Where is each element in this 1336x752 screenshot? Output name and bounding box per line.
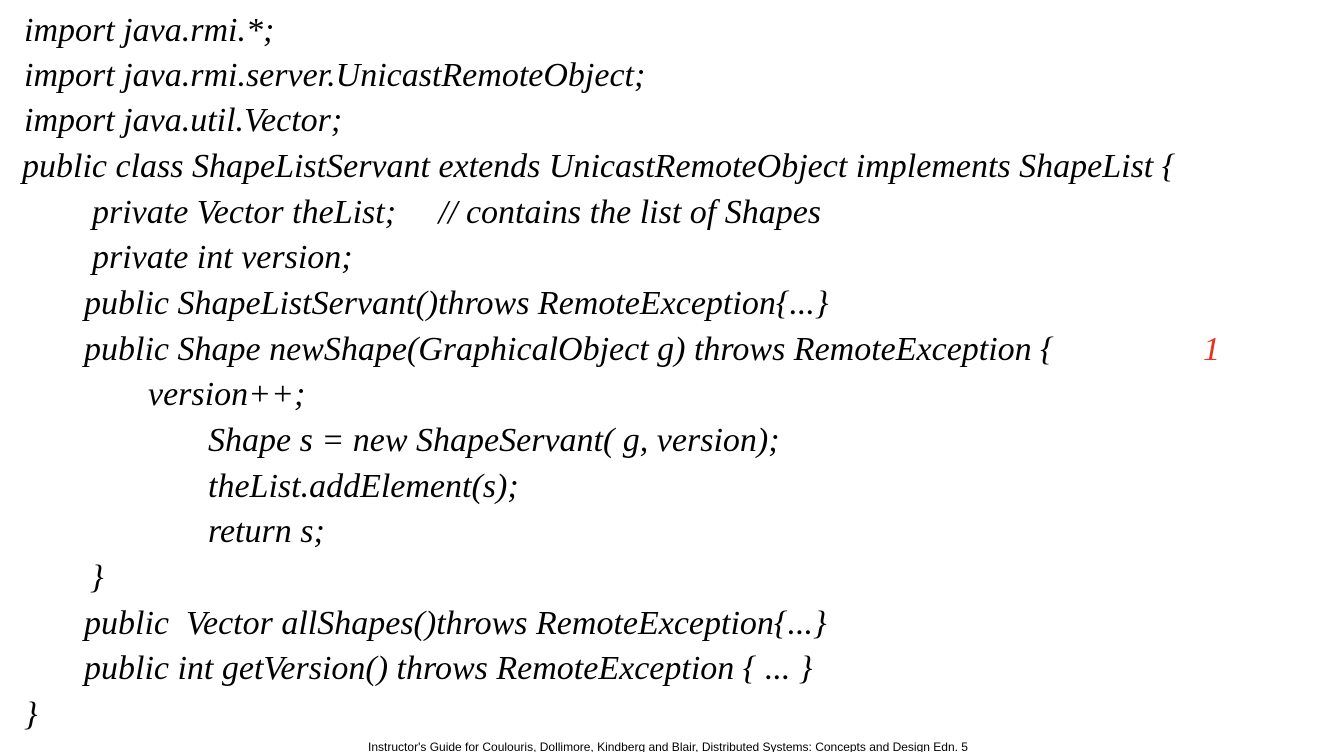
code-line-method-close-brace: } [90, 559, 104, 596]
code-line-add-element: theList.addElement(s); [208, 468, 519, 505]
code-line-getversion: public int getVersion() throws RemoteExc… [84, 650, 813, 687]
code-line-constructor: public ShapeListServant()throws RemoteEx… [84, 285, 829, 322]
code-line-return: return s; [208, 513, 325, 550]
code-line-field-version: private int version; [92, 239, 353, 276]
code-line-import-vector: import java.util.Vector; [24, 102, 343, 139]
code-line-import-rmi: import java.rmi.*; [24, 12, 275, 49]
code-line-version-increment: version++; [148, 376, 306, 413]
code-line-class-declaration: public class ShapeListServant extends Un… [22, 148, 1176, 185]
code-line-field-thelist: private Vector theList; // contains the … [92, 194, 822, 231]
code-line-class-close-brace: } [24, 696, 38, 733]
footer-citation: Instructor's Guide for Coulouris, Dollim… [368, 740, 968, 752]
code-line-import-unicast: import java.rmi.server.UnicastRemoteObje… [24, 57, 646, 94]
code-line-newshape-signature: public Shape newShape(GraphicalObject g)… [84, 331, 1054, 368]
code-line-allshapes: public Vector allShapes()throws RemoteEx… [84, 605, 827, 642]
code-line-shape-creation: Shape s = new ShapeServant( g, version); [208, 422, 780, 459]
callout-number-marker: 1 [1203, 331, 1220, 368]
code-slide: import java.rmi.*; import java.rmi.serve… [0, 0, 1336, 752]
